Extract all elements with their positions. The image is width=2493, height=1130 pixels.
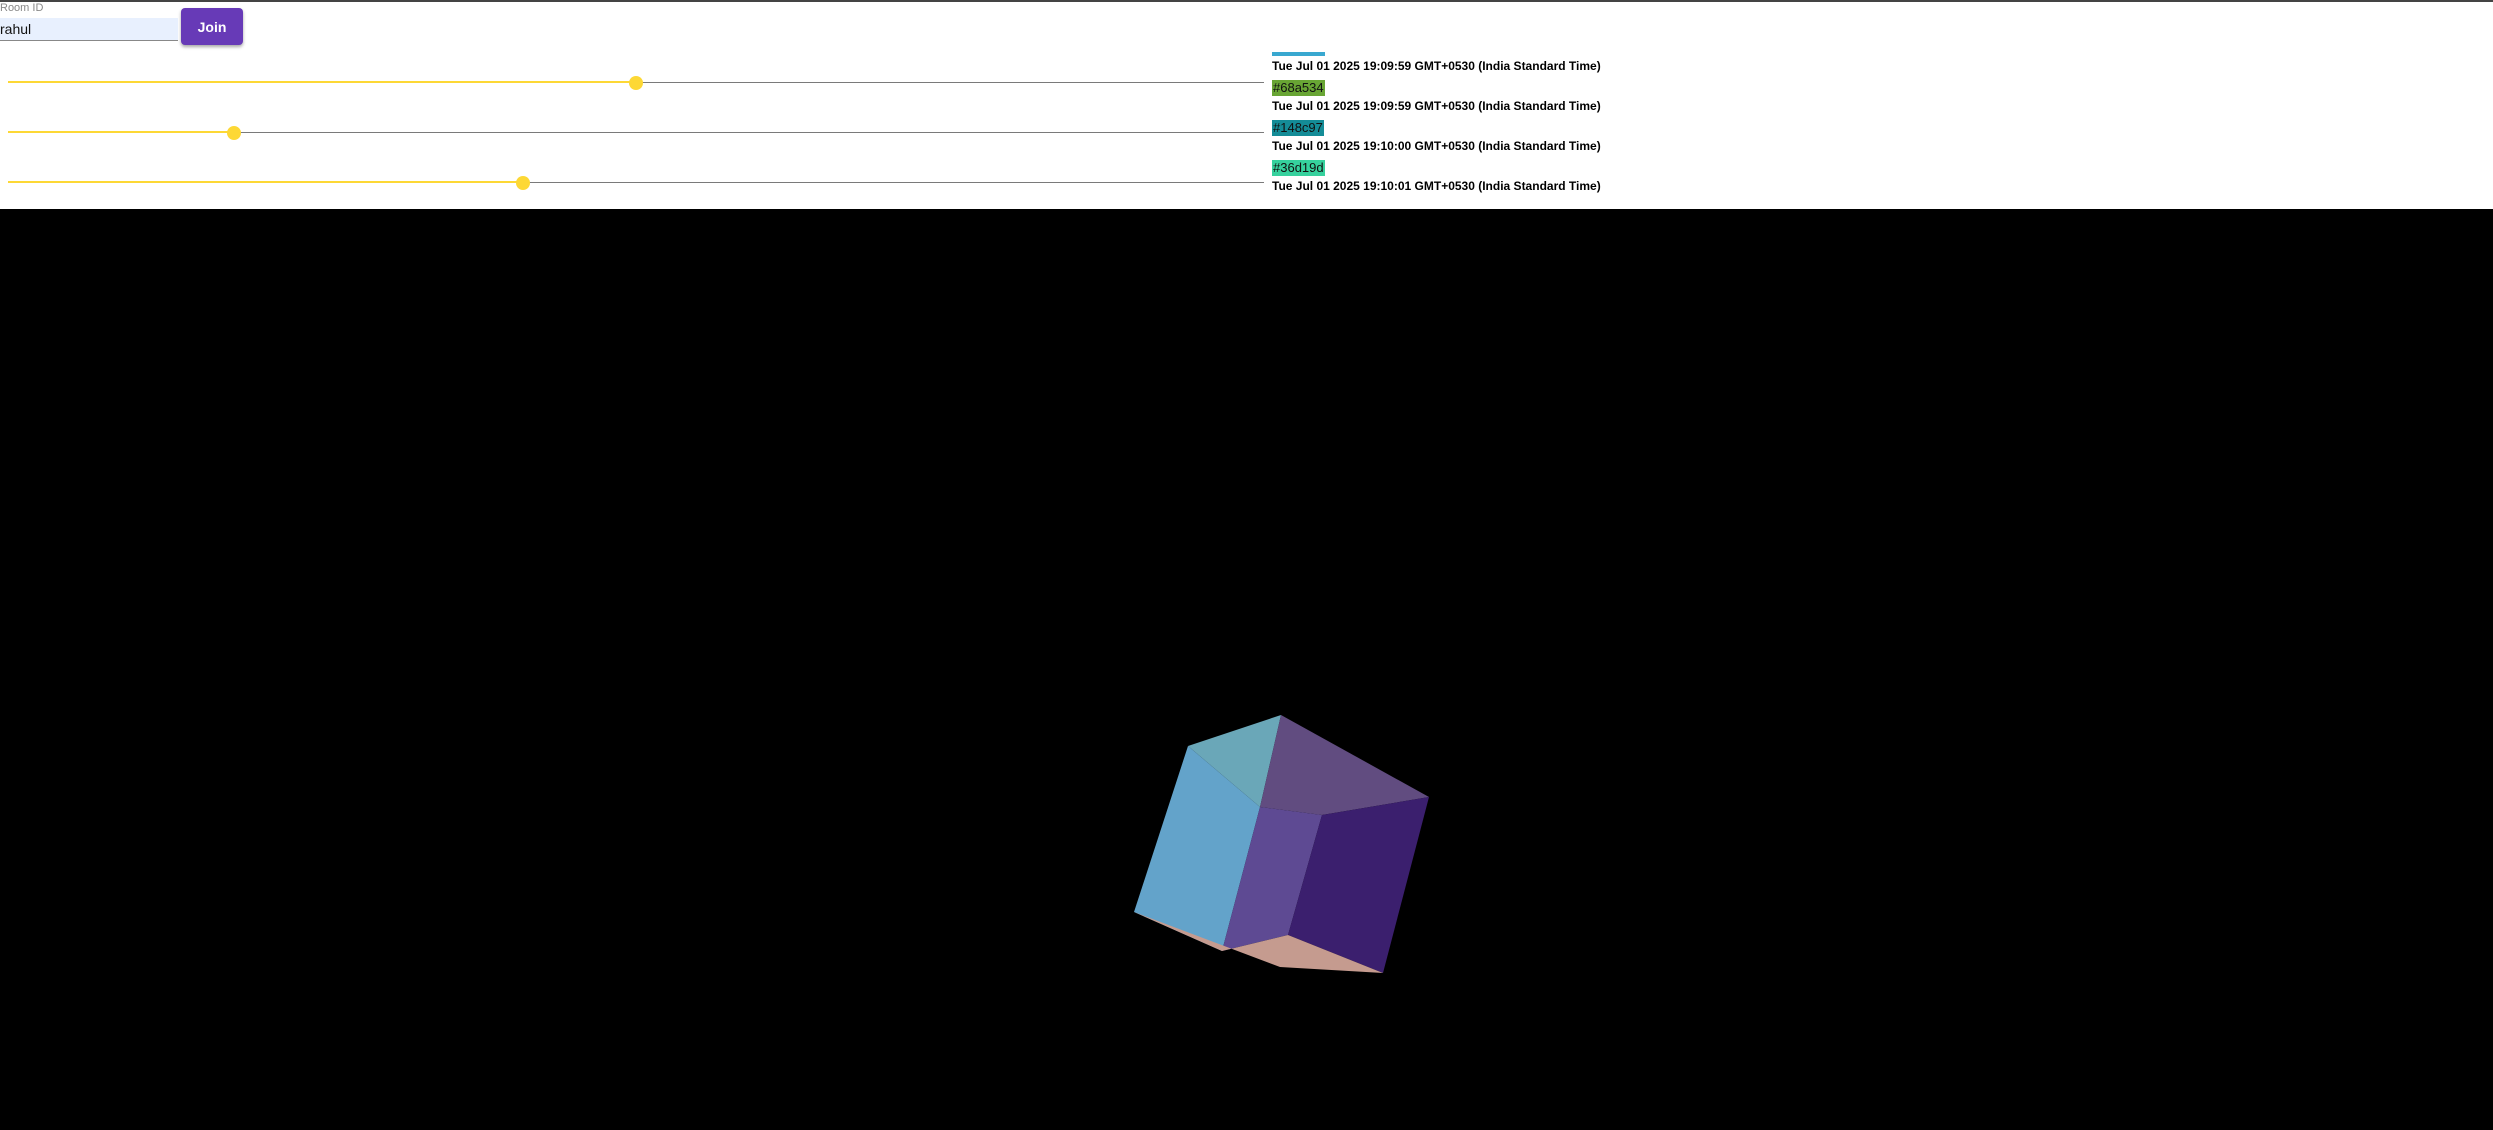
- slider-3[interactable]: [8, 173, 1264, 193]
- log-entry: #36d19d Tue Jul 01 2025 19:10:01 GMT+053…: [1272, 160, 1872, 200]
- slider-fill: [8, 131, 235, 133]
- log-entry: #148c97 Tue Jul 01 2025 19:10:00 GMT+053…: [1272, 120, 1872, 160]
- room-id-input[interactable]: [0, 18, 178, 41]
- room-id-field[interactable]: Room ID: [0, 2, 180, 42]
- join-button[interactable]: Join: [181, 8, 243, 45]
- slider-thumb[interactable]: [629, 76, 643, 90]
- slider-2[interactable]: [8, 123, 1264, 143]
- log-timestamp: Tue Jul 01 2025 19:09:59 GMT+0530 (India…: [1272, 99, 1601, 113]
- log-timestamp: Tue Jul 01 2025 19:10:01 GMT+0530 (India…: [1272, 179, 1601, 193]
- log-entry: #68a534 Tue Jul 01 2025 19:09:59 GMT+053…: [1272, 80, 1872, 120]
- slider-1[interactable]: [8, 73, 1264, 93]
- top-rule: [0, 0, 2493, 2]
- cube-render: [1134, 715, 1429, 973]
- log-timestamp: Tue Jul 01 2025 19:10:00 GMT+0530 (India…: [1272, 139, 1601, 153]
- cube-face-top-right: [1260, 715, 1429, 815]
- log-entry: #39a8d0 Tue Jul 01 2025 19:09:59 GMT+053…: [1272, 52, 1872, 80]
- slider-thumb[interactable]: [515, 176, 530, 190]
- room-id-label: Room ID: [0, 2, 44, 14]
- 3d-scene-canvas[interactable]: [0, 209, 2493, 1130]
- log-timestamp: Tue Jul 01 2025 19:09:59 GMT+0530 (India…: [1272, 59, 1601, 73]
- slider-fill: [8, 81, 636, 83]
- color-swatch: #148c97: [1272, 120, 1324, 136]
- slider-fill: [8, 181, 523, 183]
- color-log: #39a8d0 Tue Jul 01 2025 19:09:59 GMT+053…: [1272, 52, 1872, 208]
- color-swatch: #39a8d0: [1272, 52, 1325, 56]
- slider-thumb[interactable]: [227, 126, 242, 140]
- color-swatch: #68a534: [1272, 80, 1325, 96]
- color-swatch: #36d19d: [1272, 160, 1325, 176]
